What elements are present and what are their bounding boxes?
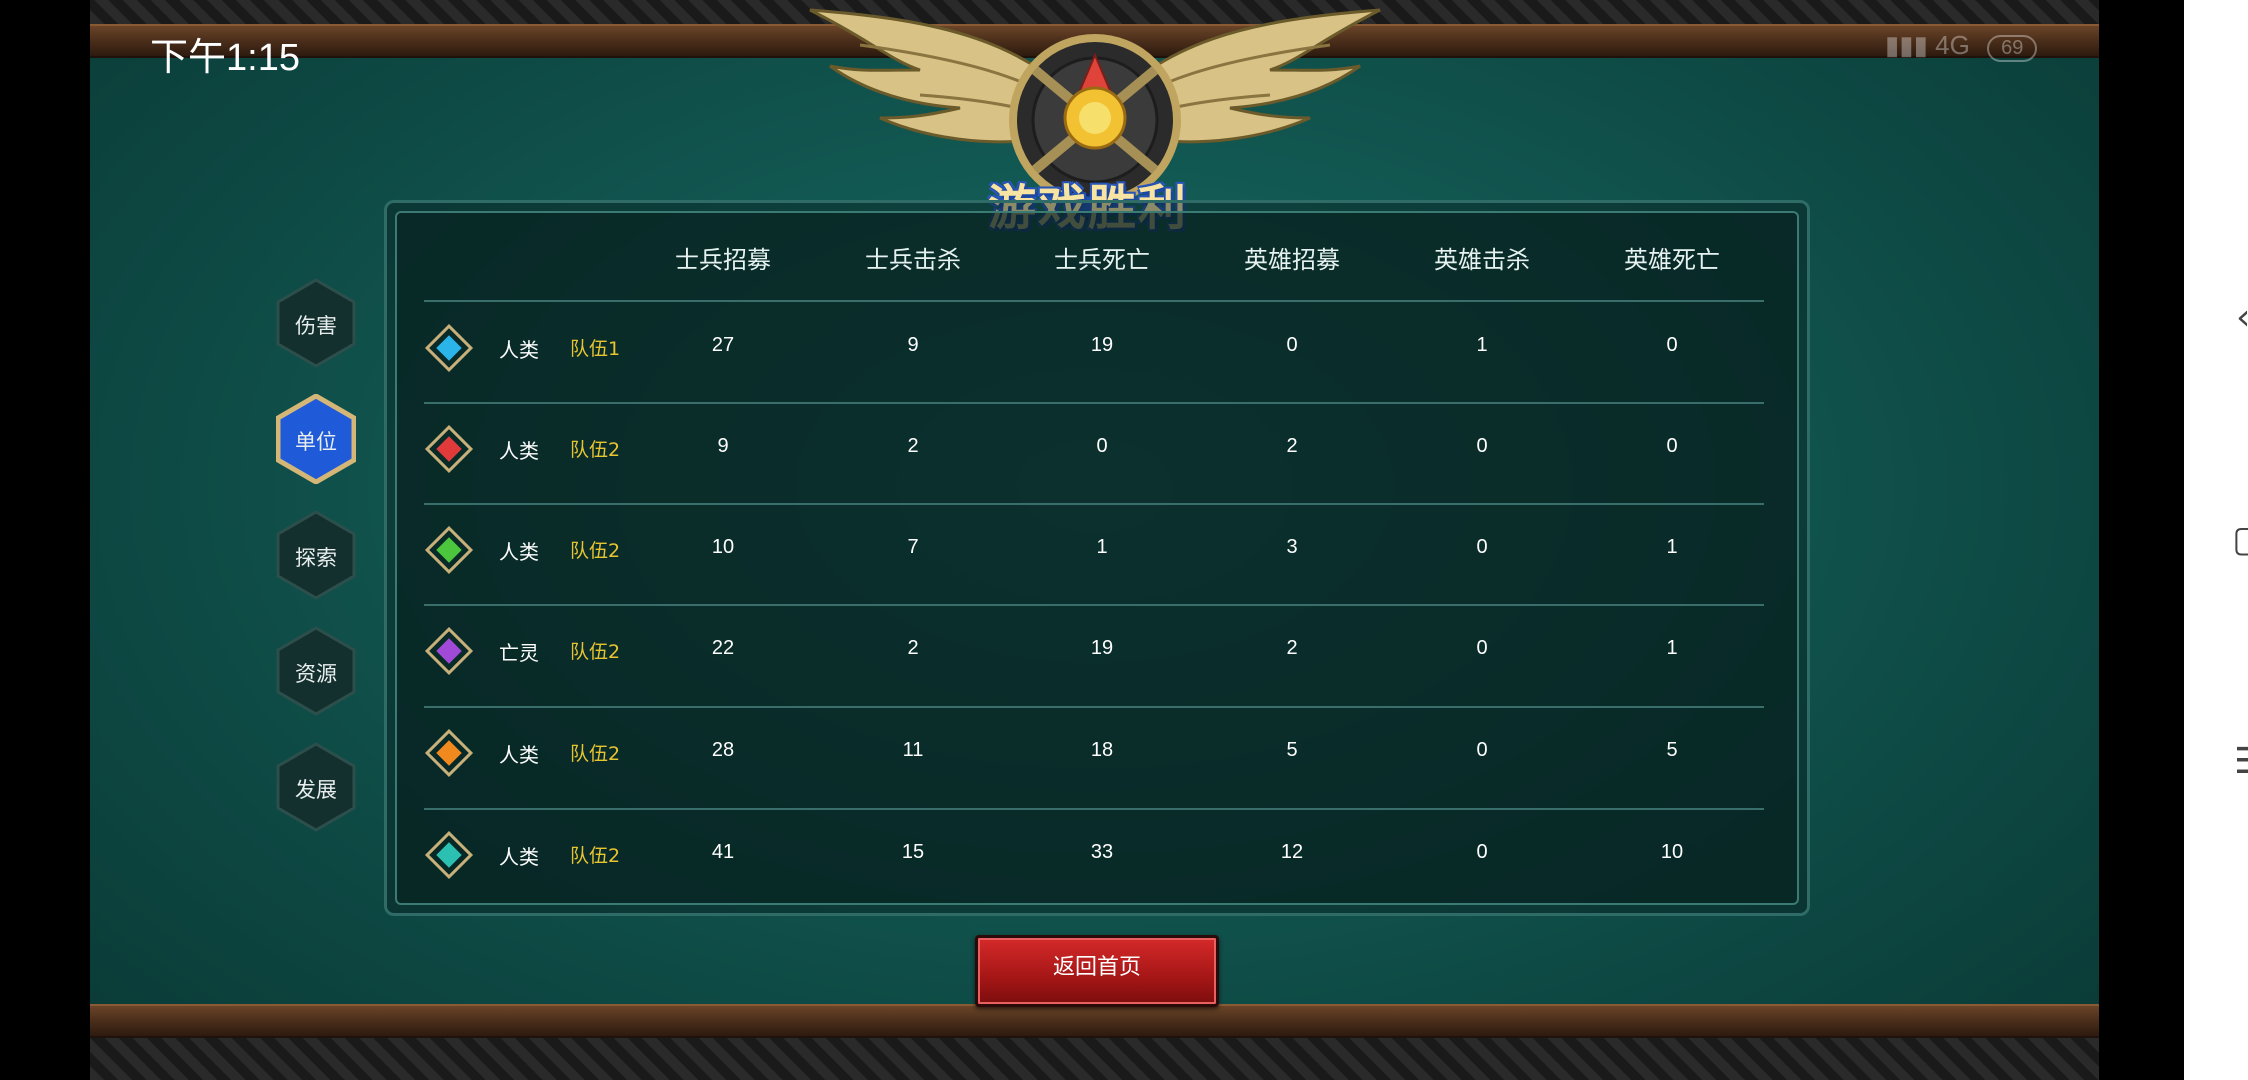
gem-icon [424,728,474,778]
table-cell: 7 [907,536,919,558]
status-clock: 下午1:15 [150,37,300,79]
gem-icon [424,424,474,474]
table-cell: 12 [1280,841,1304,863]
tab-label: 单位 [295,430,337,454]
table-row: 人类 队伍1 27 9 19 0 1 0 [424,299,1764,399]
table-cell: 0 [1666,334,1678,356]
tab-development[interactable]: 发展 [276,742,356,832]
table-row: 人类 队伍2 28 11 18 5 0 5 [424,704,1764,804]
race-label: 人类 [499,540,539,564]
table-cell: 5 [1666,739,1678,761]
table-cell: 0 [1476,841,1488,863]
table-row: 人类 队伍2 9 2 0 2 0 0 [424,400,1764,500]
table-cell: 1 [1666,536,1678,558]
table-cell: 0 [1096,435,1108,457]
column-header-hero-recruit: 英雄招募 [1244,246,1340,274]
table-cell: 1 [1476,334,1488,356]
table-cell: 9 [717,435,729,457]
column-header-soldier-recruit: 士兵招募 [675,246,771,274]
table-cell: 1 [1666,637,1678,659]
tab-resources[interactable]: 资源 [276,626,356,716]
column-header-soldier-kill: 士兵击杀 [865,246,961,274]
table-row: 人类 队伍2 10 7 1 3 0 1 [424,501,1764,601]
tab-explore[interactable]: 探索 [276,510,356,600]
table-cell: 18 [1090,739,1114,761]
table-cell: 19 [1090,334,1114,356]
team-label: 队伍2 [570,439,621,461]
table-cell: 33 [1090,841,1114,863]
table-cell: 0 [1286,334,1298,356]
table-cell: 5 [1286,739,1298,761]
battery-level: 69 [1987,35,2038,62]
race-label: 亡灵 [499,641,539,665]
table-cell: 2 [907,637,919,659]
column-header-soldier-death: 士兵死亡 [1054,246,1150,274]
tab-label: 探索 [295,546,337,570]
team-label: 队伍2 [570,641,621,663]
table-cell: 27 [711,334,735,356]
tab-units[interactable]: 单位 [276,394,356,484]
column-header-hero-death: 英雄死亡 [1624,246,1720,274]
signal-icon: ▮▮▮ [1885,30,1928,60]
tab-damage[interactable]: 伤害 [276,278,356,368]
table-cell: 0 [1666,435,1678,457]
tab-label: 伤害 [295,314,337,338]
tab-label: 发展 [295,778,337,802]
table-cell: 15 [901,841,925,863]
bottom-border [90,1038,2099,1080]
table-cell: 9 [907,334,919,356]
race-label: 人类 [499,743,539,767]
gem-icon [424,323,474,373]
table-cell: 19 [1090,637,1114,659]
team-label: 队伍2 [570,743,621,765]
table-cell: 10 [1660,841,1684,863]
table-row: 人类 队伍2 41 15 33 12 0 10 [424,806,1764,906]
table-cell: 0 [1476,536,1488,558]
back-icon[interactable]: ‹ [2236,300,2248,336]
table-cell: 0 [1476,637,1488,659]
gem-icon [424,525,474,575]
home-icon[interactable]: ▢ [2232,522,2248,558]
table-cell: 22 [711,637,735,659]
table-cell: 2 [907,435,919,457]
race-label: 人类 [499,439,539,463]
gem-icon [424,626,474,676]
team-label: 队伍1 [570,338,621,360]
return-home-button[interactable]: 返回首页 [975,935,1219,1007]
race-label: 人类 [499,338,539,362]
network-type: 4G [1935,30,1970,60]
table-cell: 0 [1476,435,1488,457]
tab-label: 资源 [295,662,337,686]
menu-icon[interactable]: ☰ [2234,744,2248,780]
table-row: 亡灵 队伍2 22 2 19 2 0 1 [424,602,1764,702]
system-nav-bar: ‹ ▢ ☰ [2184,0,2248,1080]
bottom-wood-bar [90,1004,2099,1038]
table-cell: 2 [1286,637,1298,659]
race-label: 人类 [499,845,539,869]
column-header-hero-kill: 英雄击杀 [1434,246,1530,274]
table-cell: 11 [902,739,924,761]
team-label: 队伍2 [570,845,621,867]
table-cell: 2 [1286,435,1298,457]
gem-icon [424,830,474,880]
table-cell: 28 [711,739,735,761]
table-cell: 10 [711,536,735,558]
table-cell: 41 [711,841,735,863]
table-cell: 1 [1096,536,1108,558]
table-cell: 3 [1286,536,1298,558]
table-cell: 0 [1476,739,1488,761]
status-indicators: ▮▮▮ 4G 69 [1885,30,2038,62]
team-label: 队伍2 [570,540,621,562]
